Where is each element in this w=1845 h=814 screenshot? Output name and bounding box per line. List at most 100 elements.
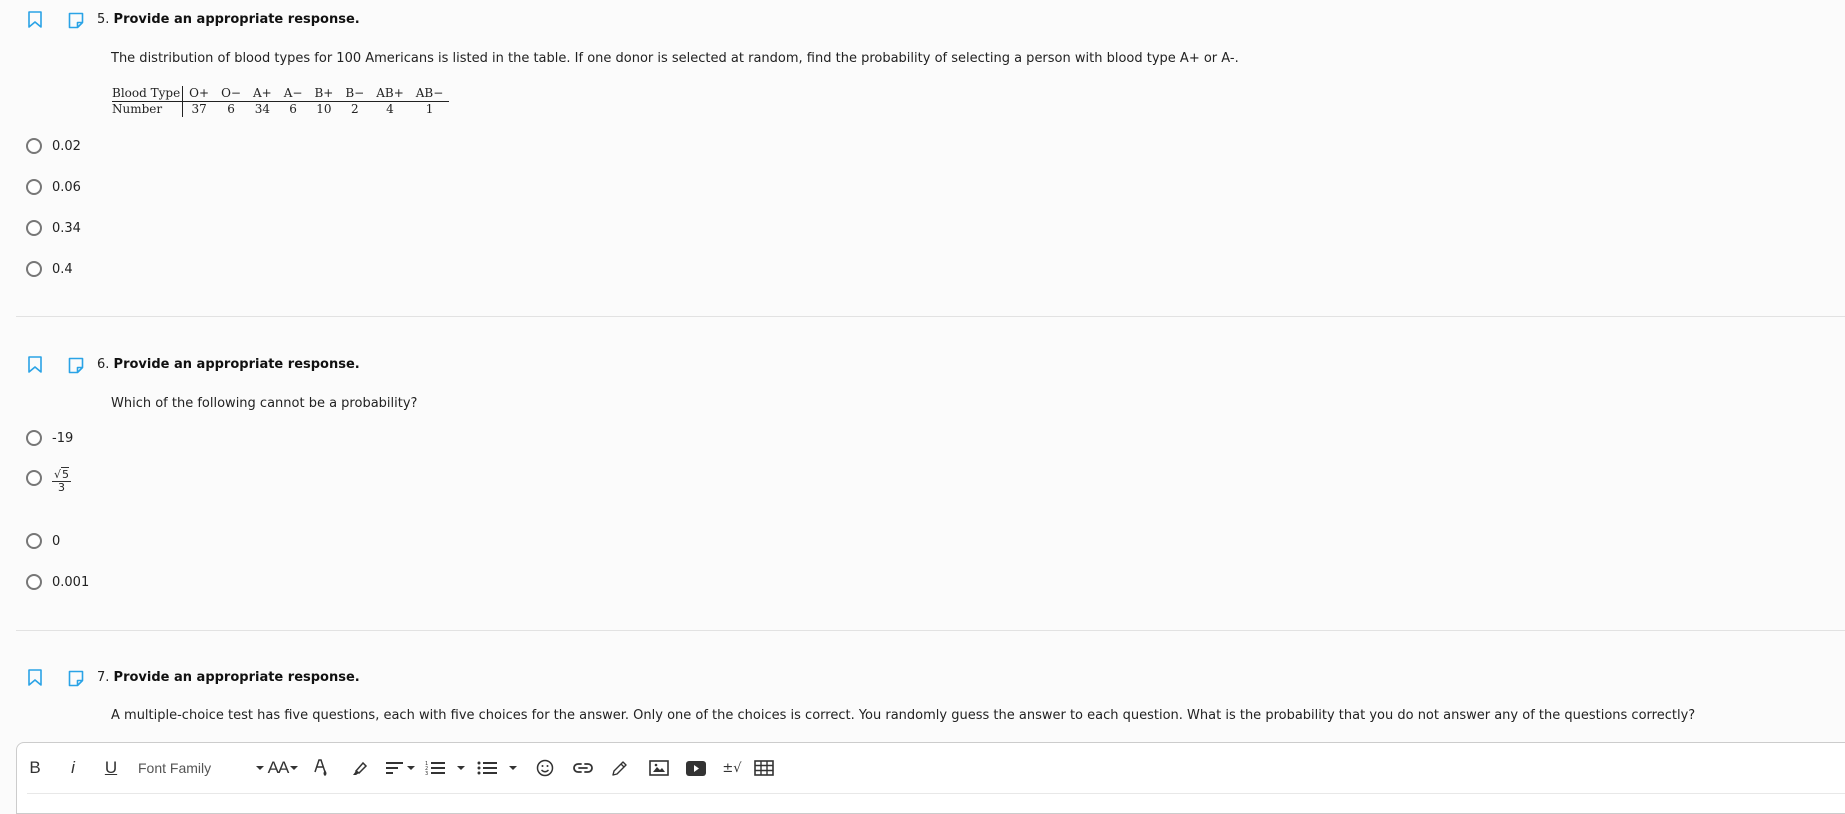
question-prompt: Which of the following cannot be a proba…	[111, 396, 418, 411]
ordered-list-icon: 123	[425, 761, 445, 776]
question-title: 7. Provide an appropriate response.	[97, 670, 360, 685]
radio-button[interactable]	[26, 574, 42, 590]
svg-text:3: 3	[425, 771, 428, 776]
choice-label: 0.06	[52, 179, 81, 195]
table-cell: 6	[227, 102, 235, 116]
highlight-icon	[353, 761, 368, 775]
choice-label: 0	[52, 533, 61, 549]
question-title: 6. Provide an appropriate response.	[97, 357, 360, 372]
table-cell: 34	[254, 102, 270, 116]
note-icon[interactable]	[67, 670, 85, 687]
font-family-label: Font Family	[138, 760, 212, 776]
chevron-down-icon	[457, 766, 465, 770]
radio-button[interactable]	[26, 138, 42, 154]
answer-choice[interactable]: 0	[26, 533, 60, 549]
fraction-denominator: 3	[58, 481, 65, 494]
chevron-down-icon	[406, 766, 415, 770]
emoji-button[interactable]	[535, 757, 555, 779]
table-cell: AB+	[370, 86, 410, 102]
radio-button[interactable]	[26, 430, 42, 446]
note-icon[interactable]	[67, 357, 85, 374]
bold-button[interactable]: B	[27, 757, 43, 779]
question-divider	[16, 316, 1845, 317]
table-button[interactable]	[753, 757, 775, 779]
question-divider	[16, 630, 1845, 631]
table-cell: 1	[425, 102, 434, 116]
table-cell: O+	[182, 86, 216, 102]
table-cell: A−	[277, 86, 309, 102]
radio-button[interactable]	[26, 220, 42, 236]
choice-label: 0.4	[52, 261, 73, 277]
math-button[interactable]: ±√	[722, 757, 742, 779]
unordered-list-icon	[477, 761, 497, 775]
image-button[interactable]	[649, 757, 669, 779]
radio-button[interactable]	[26, 533, 42, 549]
answer-choice[interactable]: √5 3	[26, 467, 72, 494]
table-cell: 4	[386, 102, 394, 116]
draw-icon	[612, 761, 627, 776]
row-header: Number	[112, 101, 184, 117]
table-cell: B−	[339, 86, 371, 102]
question-heading: Provide an appropriate response.	[113, 12, 360, 27]
question-title: 5. Provide an appropriate response.	[97, 12, 360, 27]
bookmark-icon[interactable]	[27, 669, 43, 687]
answer-choice[interactable]: 0.4	[26, 261, 73, 277]
chevron-down-icon	[290, 766, 299, 770]
choice-label: 0.34	[52, 220, 81, 236]
question-number: 7.	[97, 670, 110, 685]
question-heading: Provide an appropriate response.	[113, 670, 360, 685]
table-cell: A+	[246, 86, 278, 102]
question-heading: Provide an appropriate response.	[113, 357, 360, 372]
image-icon	[649, 760, 669, 776]
italic-button[interactable]: i	[67, 757, 79, 779]
text-color-button[interactable]	[313, 757, 329, 779]
answer-choice[interactable]: 0.06	[26, 179, 81, 195]
font-family-select[interactable]: Font Family	[138, 757, 264, 779]
align-button[interactable]	[385, 757, 415, 779]
chevron-down-icon	[256, 766, 264, 770]
answer-choice[interactable]: 0.001	[26, 574, 89, 590]
question-number: 6.	[97, 357, 110, 372]
table-cell: AB−	[409, 86, 450, 102]
radio-button[interactable]	[26, 470, 42, 486]
table-icon	[754, 760, 774, 776]
table-cell: 2	[350, 102, 359, 116]
unordered-list-button[interactable]	[475, 757, 519, 779]
editor-toolbar: B i U Font Family AA 123 ±√	[17, 743, 1845, 793]
bold-icon: B	[29, 758, 41, 777]
answer-choice[interactable]: 0.02	[26, 138, 81, 154]
radio-button[interactable]	[26, 179, 42, 195]
answer-choice[interactable]: 0.34	[26, 220, 81, 236]
highlight-button[interactable]	[350, 757, 368, 779]
table-cell: O−	[215, 86, 247, 102]
italic-icon: i	[71, 758, 75, 777]
video-icon	[686, 760, 706, 776]
radio-button[interactable]	[26, 261, 42, 277]
table-header-row: Blood Type O+ O− A+ A− B+ B− AB+ AB−	[112, 86, 450, 102]
ordered-list-button[interactable]: 123	[423, 757, 467, 779]
answer-choice[interactable]: -19	[26, 430, 73, 446]
video-button[interactable]	[686, 757, 706, 779]
math-icon: ±√	[722, 760, 742, 776]
link-button[interactable]	[572, 757, 594, 779]
radicand: 5	[61, 467, 70, 481]
underline-button[interactable]: U	[103, 757, 119, 779]
font-size-icon: AA	[267, 758, 290, 777]
question-number: 5.	[97, 12, 110, 27]
note-icon[interactable]	[67, 12, 85, 29]
align-icon	[385, 762, 403, 774]
bookmark-icon[interactable]	[27, 11, 43, 29]
toolbar-divider	[27, 793, 1845, 794]
draw-button[interactable]	[610, 757, 630, 779]
table-cell: B+	[308, 86, 340, 102]
bookmark-icon[interactable]	[27, 356, 43, 374]
choice-label: -19	[52, 430, 74, 446]
choice-label: 0.02	[52, 138, 81, 154]
link-icon	[573, 763, 593, 773]
blood-type-table: Blood Type O+ O− A+ A− B+ B− AB+ AB− Num…	[112, 86, 450, 117]
answer-editor[interactable]: B i U Font Family AA 123 ±√	[16, 742, 1845, 814]
font-size-button[interactable]: AA	[267, 757, 299, 779]
table-cell: 10	[316, 102, 332, 116]
table-cell: 6	[289, 102, 297, 116]
choice-label: 0.001	[52, 574, 90, 590]
